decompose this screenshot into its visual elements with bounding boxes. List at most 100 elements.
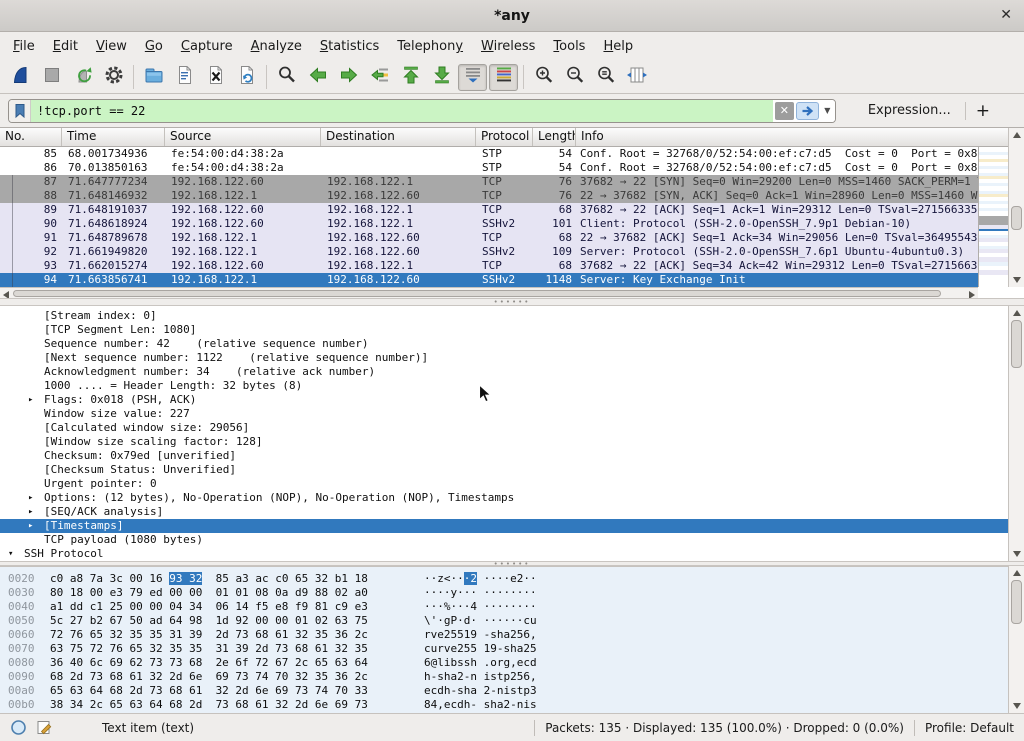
colorize-packets-button[interactable] [489,64,518,91]
column-header-protocol[interactable]: Protocol [476,128,533,146]
collapse-arrow-icon[interactable]: ▾ [8,547,13,561]
hex-row[interactable]: 009068 2d 73 68 61 32 2d 6e 69 73 74 70 … [0,670,1024,684]
expand-arrow-icon[interactable]: ▸ [28,491,33,505]
column-header-time[interactable]: Time [62,128,165,146]
zoom-reset-button[interactable] [591,64,620,91]
detail-line[interactable]: TCP payload (1080 bytes) [0,533,1008,547]
bytes-vscrollbar[interactable] [1008,566,1024,713]
display-filter-box[interactable]: ✕ ▼ [8,99,836,123]
hex-row[interactable]: 00b038 34 2c 65 63 64 68 2d 73 68 61 32 … [0,698,1024,712]
menu-file[interactable]: File [4,34,44,59]
detail-line[interactable]: ▾SSH Protocol [0,547,1008,561]
detail-line[interactable]: ▸[SEQ/ACK analysis] [0,505,1008,519]
detail-line[interactable]: ▸Options: (12 bytes), No-Operation (NOP)… [0,491,1008,505]
filter-history-dropdown[interactable]: ▼ [820,100,835,122]
detail-line[interactable]: [TCP Segment Len: 1080] [0,323,1008,337]
expand-arrow-icon[interactable]: ▸ [28,505,33,519]
hex-row[interactable]: 008036 40 6c 69 62 73 73 68 2e 6f 72 67 … [0,656,1024,670]
packet-row[interactable]: 9371.662015274192.168.122.60192.168.122.… [0,259,978,273]
scroll-up-arrow-icon[interactable] [1013,310,1021,316]
open-capture-file-button[interactable] [139,64,168,91]
status-profile[interactable]: Profile: Default [925,721,1014,735]
filter-clear-button[interactable]: ✕ [775,102,794,120]
menu-go[interactable]: Go [136,34,172,59]
detail-line[interactable]: Urgent pointer: 0 [0,477,1008,491]
detail-line[interactable]: ▸[Timestamps] [0,519,1008,533]
packet-list-vscrollbar[interactable] [1008,128,1024,287]
find-packet-button[interactable] [272,64,301,91]
zoom-in-button[interactable] [529,64,558,91]
column-header-info[interactable]: Info [576,128,1008,146]
capture-options-button[interactable] [99,64,128,91]
menu-analyze[interactable]: Analyze [242,34,311,59]
expression-button[interactable]: Expression... [868,103,951,118]
menu-capture[interactable]: Capture [172,34,242,59]
splitter-list-details[interactable]: •••••• [0,298,1024,306]
packet-row[interactable]: 8670.013850163fe:54:00:d4:38:2aSTP54Conf… [0,161,978,175]
packet-row[interactable]: 8971.648191037192.168.122.60192.168.122.… [0,203,978,217]
packet-row[interactable]: 8871.648146932192.168.122.1192.168.122.6… [0,189,978,203]
column-header-no[interactable]: No. [0,128,62,146]
detail-line[interactable]: [Next sequence number: 1122 (relative se… [0,351,1008,365]
hex-row[interactable]: 006072 76 65 32 35 35 31 39 2d 73 68 61 … [0,628,1024,642]
filter-apply-button[interactable] [796,102,819,120]
column-header-length[interactable]: Length [533,128,576,146]
scroll-down-arrow-icon[interactable] [1013,551,1021,557]
menu-tools[interactable]: Tools [544,34,594,59]
menu-help[interactable]: Help [594,34,642,59]
detail-line[interactable]: Checksum: 0x79ed [unverified] [0,449,1008,463]
detail-line[interactable]: [Calculated window size: 29056] [0,421,1008,435]
display-filter-input[interactable] [31,100,773,122]
column-header-destination[interactable]: Destination [321,128,476,146]
hex-row[interactable]: 003080 18 00 e3 79 ed 00 00 01 01 08 0a … [0,586,1024,600]
auto-scroll-button[interactable] [458,64,487,91]
detail-line[interactable]: Window size value: 227 [0,407,1008,421]
packet-row[interactable]: 9471.663856741192.168.122.1192.168.122.6… [0,273,978,287]
menu-edit[interactable]: Edit [44,34,87,59]
detail-line[interactable]: [Stream index: 0] [0,309,1008,323]
menu-telephony[interactable]: Telephony [388,34,472,59]
detail-line[interactable]: Sequence number: 42 (relative sequence n… [0,337,1008,351]
hex-row[interactable]: 0020c0 a8 7a 3c 00 16 93 32 85 a3 ac c0 … [0,572,1024,586]
detail-line[interactable]: ▸Flags: 0x018 (PSH, ACK) [0,393,1008,407]
go-forward-button[interactable] [334,64,363,91]
close-window-button[interactable]: ✕ [1000,7,1012,23]
expand-arrow-icon[interactable]: ▸ [28,519,33,533]
go-to-last-button[interactable] [427,64,456,91]
title-bar[interactable]: *any ✕ [0,0,1024,32]
packet-row[interactable]: 8568.001734936fe:54:00:d4:38:2aSTP54Conf… [0,147,978,161]
close-capture-file-button[interactable] [201,64,230,91]
column-header-source[interactable]: Source [165,128,321,146]
details-vscrollbar[interactable] [1008,306,1024,561]
menu-statistics[interactable]: Statistics [311,34,388,59]
expand-arrow-icon[interactable]: ▸ [28,393,33,407]
reload-capture-file-button[interactable] [232,64,261,91]
scroll-thumb[interactable] [1011,206,1022,230]
detail-line[interactable]: [Checksum Status: Unverified] [0,463,1008,477]
scroll-thumb[interactable] [1011,320,1022,368]
stop-capture-button[interactable] [37,64,66,91]
packet-list-minimap[interactable] [978,147,1008,287]
capture-comment-icon[interactable] [36,719,53,736]
start-capture-button[interactable] [6,64,35,91]
packet-row[interactable]: 9071.648618924192.168.122.60192.168.122.… [0,217,978,231]
scroll-thumb[interactable] [1011,580,1022,624]
scroll-up-arrow-icon[interactable] [1013,570,1021,576]
zoom-out-button[interactable] [560,64,589,91]
add-filter-button[interactable]: + [976,101,990,121]
packet-row[interactable]: 9271.661949820192.168.122.1192.168.122.6… [0,245,978,259]
go-back-button[interactable] [303,64,332,91]
detail-line[interactable]: [Window size scaling factor: 128] [0,435,1008,449]
scroll-down-arrow-icon[interactable] [1013,703,1021,709]
save-capture-file-button[interactable] [170,64,199,91]
packet-list-header[interactable]: No.TimeSourceDestinationProtocolLengthIn… [0,128,1008,147]
menu-wireless[interactable]: Wireless [472,34,544,59]
hex-row[interactable]: 00505c 27 b2 67 50 ad 64 98 1d 92 00 00 … [0,614,1024,628]
scroll-thumb[interactable] [13,290,941,297]
menu-view[interactable]: View [87,34,136,59]
expert-info-icon[interactable] [10,719,27,736]
scroll-down-arrow-icon[interactable] [1013,277,1021,283]
go-to-packet-button[interactable] [365,64,394,91]
hex-row[interactable]: 00a065 63 64 68 2d 73 68 61 32 2d 6e 69 … [0,684,1024,698]
filter-bookmark-icon[interactable] [9,100,31,122]
